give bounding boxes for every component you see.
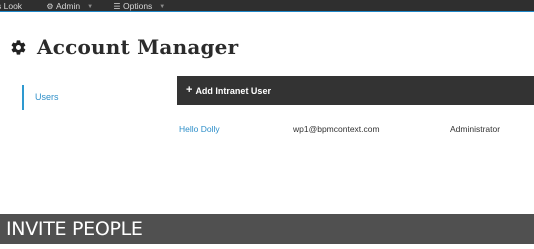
user-email: wp1@bpmcontext.com [293, 124, 380, 134]
gear-icon [11, 39, 26, 55]
sidebar-item-users[interactable]: Users [35, 92, 59, 102]
list-icon: ☰ [113, 2, 121, 11]
user-name-link[interactable]: Hello Dolly [179, 122, 220, 136]
table-row: Hello Dolly wp1@bpmcontext.com Administr… [177, 122, 534, 136]
top-menu-bar: s Look ⚙Admin ▼ ☰Options ▼ [0, 0, 534, 12]
menu-item-look[interactable]: s Look [0, 0, 22, 12]
menu-item-admin[interactable]: ⚙ Admin ▼ [46, 0, 93, 13]
invite-people-banner: INVITE PEOPLE [0, 214, 534, 244]
user-role: Administrator [450, 124, 501, 134]
plus-icon: + [186, 84, 193, 96]
add-intranet-user-button[interactable]: + Add Intranet User [177, 76, 534, 105]
menu-item-label: s Look [0, 1, 23, 11]
gear-icon: ⚙ [46, 2, 54, 11]
caret-down-icon: ▼ [159, 4, 166, 10]
page-title: Account Manager [37, 35, 239, 59]
menu-item-options[interactable]: ☰ Options ▼ [113, 0, 165, 13]
page-header: Account Manager [10, 34, 238, 60]
caret-down-icon: ▼ [87, 4, 94, 10]
menu-item-label: Admin [56, 1, 81, 11]
add-user-label: Add Intranet User [195, 85, 271, 96]
sidebar: Users [22, 85, 82, 110]
menu-item-label: Options [123, 1, 153, 11]
banner-text: INVITE PEOPLE [6, 218, 143, 240]
